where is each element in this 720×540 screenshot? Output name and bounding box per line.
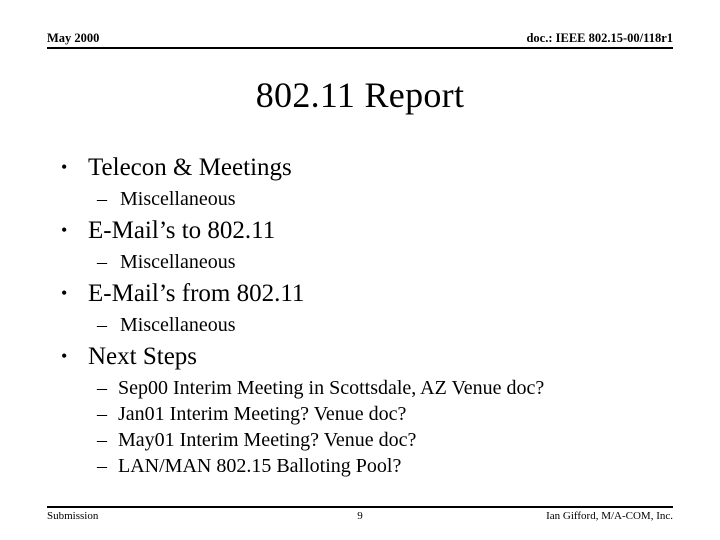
bullet-level1-children: – Sep00 Interim Meeting in Scottsdale, A… [47,375,687,479]
bullet-level3-label: Jan01 Interim Meeting? Venue doc? [118,403,407,425]
bullet-dot-icon: • [61,346,68,366]
bullet-level3: – May01 Interim Meeting? Venue doc? [47,427,687,453]
bullet-dash-icon: – [97,188,107,210]
bullet-level2-label: Miscellaneous [120,251,236,273]
bullet-level1-children: – Miscellaneous [47,312,687,339]
slide-canvas: May 2000 doc.: IEEE 802.15-00/118r1 802.… [0,0,720,540]
bullet-level1-label: E-Mail’s from 802.11 [88,280,305,307]
bullet-level2-label: Miscellaneous [120,314,236,336]
bullet-level3-label: LAN/MAN 802.15 Balloting Pool? [118,455,402,477]
header-document-number: doc.: IEEE 802.15-00/118r1 [526,31,673,45]
slide-footer: Submission 9 Ian Gifford, M/A-COM, Inc. [47,509,673,525]
bullet-level2: – Miscellaneous [47,312,687,339]
bullet-dash-icon: – [97,314,107,336]
bullet-level2: – Miscellaneous [47,249,687,276]
slide-header: May 2000 doc.: IEEE 802.15-00/118r1 [47,31,673,47]
bullet-dash-icon: – [97,251,107,273]
footer-divider [47,506,673,508]
slide-body: • Telecon & Meetings – Miscellaneous • E… [47,152,687,479]
bullet-level1: • Telecon & Meetings [47,152,687,183]
bullet-dot-icon: • [61,283,68,303]
bullet-level3: – LAN/MAN 802.15 Balloting Pool? [47,453,687,479]
bullet-level1-label: Telecon & Meetings [88,154,292,181]
bullet-level3: – Jan01 Interim Meeting? Venue doc? [47,401,687,427]
bullet-level2-label: Miscellaneous [120,188,236,210]
bullet-level3-label: May01 Interim Meeting? Venue doc? [118,429,417,451]
header-divider [47,47,673,49]
bullet-dot-icon: • [61,157,68,177]
bullet-level1-label: E-Mail’s to 802.11 [88,217,276,244]
bullet-level1: • E-Mail’s to 802.11 [47,215,687,246]
bullet-level1-children: – Miscellaneous [47,249,687,276]
bullet-level1-label: Next Steps [88,343,198,370]
bullet-level1: • Next Steps [47,341,687,372]
bullet-dot-icon: • [61,220,68,240]
bullet-dash-icon: – [97,429,107,451]
bullet-level1: • E-Mail’s from 802.11 [47,278,687,309]
bullet-dash-icon: – [97,403,107,425]
bullet-level2: – Miscellaneous [47,186,687,213]
footer-author: Ian Gifford, M/A-COM, Inc. [546,510,673,522]
bullet-dash-icon: – [97,377,107,399]
header-date: May 2000 [47,31,100,45]
bullet-dash-icon: – [97,455,107,477]
bullet-level3-label: Sep00 Interim Meeting in Scottsdale, AZ … [118,377,545,399]
page-title: 802.11 Report [255,75,465,115]
bullet-level1-children: – Miscellaneous [47,186,687,213]
bullet-level3: – Sep00 Interim Meeting in Scottsdale, A… [47,375,687,401]
